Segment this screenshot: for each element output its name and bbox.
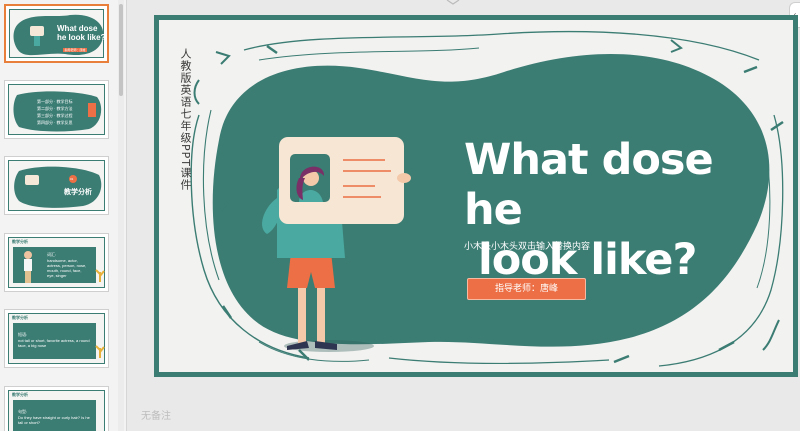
- slide-title[interactable]: What dose he look like?: [464, 135, 754, 285]
- thumbnail-title: 教学分析: [64, 189, 92, 196]
- thumbnail-plant: [95, 269, 105, 282]
- slide-thumbnail-3[interactable]: 01 教学分析: [4, 156, 109, 215]
- slide-thumbnail-2[interactable]: 第一部分 · 教学目标 第二部分 · 教学方法 第三部分 · 教学过程 第四部分…: [4, 80, 109, 139]
- thumbnail-item: 第四部分 · 教学反思: [37, 120, 73, 125]
- thumbnail-item: 第三部分 · 教学过程: [37, 113, 73, 118]
- thumbnail-header: 教学分析: [12, 239, 28, 244]
- slide-subtitle[interactable]: 小木头小木头双击输入替换内容: [464, 239, 590, 252]
- doodle-mark: [221, 305, 233, 319]
- thumbnail-badge: 01: [70, 177, 74, 181]
- thumbnail-figure: [24, 251, 32, 283]
- doodle-mark: [613, 354, 630, 364]
- thumbnail-label: 句型:: [18, 409, 28, 414]
- slide-content-area: 人教版英语七年级PPT课件 What dose he look like? 小木…: [159, 20, 793, 372]
- thumbnail-label: 短语:: [18, 332, 28, 337]
- thumbnail-plant: [95, 345, 105, 358]
- doodle-mark: [743, 65, 758, 74]
- slide-thumbnail-1[interactable]: What dose he look like? 指导老师：唐峰: [4, 4, 109, 63]
- thumbnail-title: What dose he look like?: [57, 24, 106, 42]
- vertical-subtitle: 人教版英语七年级PPT课件: [179, 48, 192, 191]
- thumbnail-canvas: 教学分析 词汇: handsome, actor, actress, perso…: [8, 237, 105, 288]
- thumbnail-body: Do they have straight or curly hair? Is …: [18, 415, 90, 425]
- notes-placeholder[interactable]: 无备注: [141, 407, 171, 422]
- thumbnail-scrollbar-thumb[interactable]: [119, 4, 123, 96]
- thumbnail-button: 指导老师：唐峰: [63, 48, 87, 52]
- teacher-name-button[interactable]: 指导老师：唐峰: [467, 278, 586, 300]
- doodle-mark: [266, 44, 278, 55]
- thumbnail-canvas: 教学分析 短语: not tall or short, favorite act…: [8, 313, 105, 364]
- doodle-mark: [762, 319, 780, 351]
- slide-thumbnail-4[interactable]: 教学分析 词汇: handsome, actor, actress, perso…: [4, 233, 109, 292]
- thumbnail-item: 第一部分 · 教学目标: [37, 99, 73, 104]
- thumbnail-label: 词汇:: [47, 252, 57, 257]
- doodle-mark: [215, 51, 231, 65]
- thumbnail-canvas: 01 教学分析: [8, 160, 105, 211]
- slide-title-line1: What dose he: [464, 135, 714, 235]
- thumbnail-body: not tall or short, favorite actress, a r…: [18, 338, 90, 348]
- slide-thumbnail-panel: What dose he look like? 指导老师：唐峰 第一部分 · 教…: [0, 0, 127, 431]
- thumbnail-canvas: 第一部分 · 教学目标 第二部分 · 教学方法 第三部分 · 教学过程 第四部分…: [8, 84, 105, 135]
- thumbnail-header: 教学分析: [12, 315, 28, 320]
- slide-thumbnail-5[interactable]: 教学分析 短语: not tall or short, favorite act…: [4, 309, 109, 368]
- doodle-line: [388, 357, 610, 365]
- thumbnail-blob: [14, 166, 102, 208]
- doodle-line: [258, 47, 480, 61]
- thumbnail-item: 第二部分 · 教学方法: [37, 106, 73, 111]
- doodle-mark: [670, 39, 683, 53]
- doodle-line: [243, 30, 760, 61]
- thumbnail-canvas: 教学分析 句型: Do they have straight or curly …: [8, 390, 105, 431]
- slide-thumbnail-6[interactable]: 教学分析 句型: Do they have straight or curly …: [4, 386, 109, 431]
- resize-handle-icon[interactable]: [446, 0, 460, 5]
- doodle-mark: [718, 340, 735, 352]
- thumbnail-body: handsome, actor, actress, person, nose, …: [47, 258, 87, 278]
- doodle-mark: [193, 79, 200, 105]
- slide-canvas[interactable]: 人教版英语七年级PPT课件 What dose he look like? 小木…: [154, 15, 798, 377]
- thumbnail-canvas: What dose he look like? 指导老师：唐峰: [9, 9, 106, 58]
- thumbnail-header: 教学分析: [12, 392, 28, 397]
